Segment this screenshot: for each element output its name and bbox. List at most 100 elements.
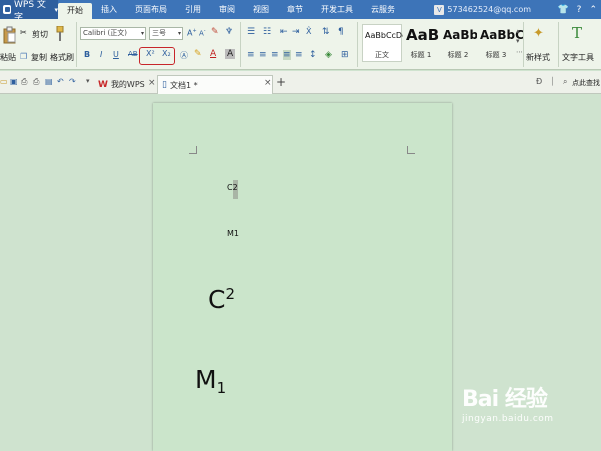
text-line-m1[interactable]: M1: [227, 229, 239, 238]
underline-icon[interactable]: U: [113, 50, 119, 59]
help-icon[interactable]: ?: [577, 5, 582, 15]
document-tab-bar: ▭ ▣ ⎙ ⎙ ▤ ↶ ↷ ▾ W 我的WPS × ▯ 文档1 * × + Ð …: [0, 71, 601, 94]
menu-tab-references[interactable]: 引用: [176, 0, 210, 19]
menu-tab-insert[interactable]: 插入: [92, 0, 126, 19]
copy-icon[interactable]: ❐: [20, 52, 27, 61]
style-normal[interactable]: AaBbCcDc 正文: [362, 24, 406, 62]
menu-tab-page-layout[interactable]: 页面布局: [126, 0, 176, 19]
pinyin-icon[interactable]: ♆: [225, 27, 233, 37]
font-name-select[interactable]: Calibri (正文) ▾: [80, 27, 146, 40]
new-style-label[interactable]: 新样式: [526, 52, 550, 63]
menu-tab-view[interactable]: 视图: [244, 0, 278, 19]
menu-bar: WPS 文字 ▾ 开始 插入 页面布局 引用 审阅 视图 章节 开发工具 云服务…: [0, 0, 601, 23]
format-painter-label[interactable]: 格式刷: [50, 52, 74, 63]
highlight-icon[interactable]: ✎: [194, 49, 202, 59]
bold-icon[interactable]: B: [84, 50, 90, 59]
numbering-icon[interactable]: ☷: [263, 27, 271, 37]
shading-icon[interactable]: ◈: [325, 50, 332, 60]
document-icon: ▯: [162, 80, 167, 90]
text-superscript-example[interactable]: C2: [208, 285, 235, 314]
align-right-icon[interactable]: ≡: [271, 50, 279, 60]
copy-label[interactable]: 复制: [31, 52, 47, 63]
d-icon[interactable]: Ð: [536, 77, 542, 86]
tab-label: 我的WPS: [110, 80, 145, 89]
superscript-exponent: 2: [225, 285, 236, 303]
text-subscript-example[interactable]: M1: [195, 365, 226, 397]
chevron-down-icon[interactable]: ▾: [86, 77, 90, 85]
gallery-more-icon[interactable]: ⋯: [516, 48, 523, 56]
margin-corner-top-right: [407, 146, 415, 154]
style-heading-2[interactable]: AaBb( 标题 2: [440, 24, 484, 62]
text-tools-label[interactable]: 文字工具: [562, 52, 594, 63]
style-heading-3[interactable]: AaBbC 标题 3: [477, 24, 524, 62]
format-painter-icon[interactable]: [55, 26, 65, 42]
font-color-icon[interactable]: A: [210, 49, 216, 59]
style-heading-1[interactable]: AaBl 标题 1: [403, 24, 444, 62]
italic-icon[interactable]: I: [100, 50, 102, 59]
show-marks-icon[interactable]: ¶: [338, 27, 344, 37]
decrease-indent-icon[interactable]: ⇤: [280, 27, 288, 37]
bullets-icon[interactable]: ☰: [247, 27, 255, 37]
wps-logo-icon: [3, 5, 12, 14]
paste-label[interactable]: 粘贴: [0, 52, 16, 63]
chevron-down-icon: ▾: [177, 30, 181, 37]
format-icon[interactable]: ▤: [45, 77, 53, 86]
chevron-up-icon[interactable]: ⌃: [589, 5, 597, 15]
gallery-up-icon[interactable]: ▴: [516, 27, 520, 35]
text-effect-icon[interactable]: Ⓐ: [180, 50, 188, 61]
account-area[interactable]: V 573462524@qq.com: [434, 0, 531, 19]
align-center-icon[interactable]: ≡: [259, 50, 267, 60]
menu-tab-developer[interactable]: 开发工具: [312, 0, 362, 19]
shirt-icon[interactable]: 👕: [557, 5, 568, 15]
chinese-layout-icon[interactable]: X̂: [306, 27, 311, 36]
undo-icon[interactable]: ↶: [57, 77, 64, 86]
divider: [76, 22, 77, 67]
app-menu-button[interactable]: WPS 文字 ▾: [0, 0, 58, 23]
line-spacing-icon[interactable]: ↕: [309, 50, 317, 60]
distribute-icon[interactable]: ≡: [295, 50, 303, 60]
text-tools-icon[interactable]: T: [572, 24, 582, 42]
style-sample: AaBbCcDc: [365, 31, 407, 40]
watermark-url: jingyan.baidu.com: [462, 414, 554, 424]
divider: [558, 22, 559, 67]
new-style-icon[interactable]: ✦: [533, 26, 544, 41]
menu-tab-section[interactable]: 章节: [278, 0, 312, 19]
strikethrough-icon[interactable]: AB: [128, 50, 138, 58]
tab-label: 文档1 *: [169, 80, 198, 90]
menu-tab-review[interactable]: 审阅: [210, 0, 244, 19]
search-icon[interactable]: ⌕: [563, 77, 567, 87]
tab-my-wps[interactable]: W 我的WPS: [94, 75, 156, 94]
redo-icon[interactable]: ↷: [69, 77, 76, 86]
menu-tab-cloud[interactable]: 云服务: [362, 0, 404, 19]
search-label[interactable]: 点此查找: [572, 78, 600, 88]
shrink-font-icon[interactable]: A-: [199, 28, 206, 37]
borders-icon[interactable]: ⊞: [341, 50, 349, 60]
menu-tab-home[interactable]: 开始: [58, 3, 92, 19]
scissors-icon[interactable]: ✂: [20, 28, 27, 37]
gallery-down-icon[interactable]: ▾: [516, 37, 520, 45]
subscript-index: 1: [216, 379, 227, 397]
save-icon[interactable]: ▣: [10, 77, 18, 86]
font-size-select[interactable]: 三号 ▾: [149, 27, 183, 40]
baidu-watermark: Bai 经验 jingyan.baidu.com: [462, 381, 554, 424]
text-line-c2[interactable]: C2: [227, 183, 238, 192]
align-left-icon[interactable]: ≡: [247, 50, 255, 60]
clear-format-icon[interactable]: ✎: [211, 27, 219, 37]
ribbon: 粘贴 ✂ 剪切 ❐ 复制 格式刷 Calibri (正文) ▾ 三号 ▾ A+ …: [0, 19, 601, 70]
tab-document-1[interactable]: ▯ 文档1 *: [157, 75, 273, 94]
new-tab-icon[interactable]: +: [276, 75, 286, 89]
sort-icon[interactable]: ⇅: [322, 27, 330, 37]
grow-font-icon[interactable]: A+: [187, 28, 197, 38]
paste-icon[interactable]: [3, 26, 17, 44]
char-shading-icon[interactable]: A: [225, 49, 236, 59]
close-icon[interactable]: ×: [148, 78, 156, 88]
document-page[interactable]: C2 M1 C2 M1: [153, 103, 452, 451]
cut-label[interactable]: 剪切: [32, 29, 48, 40]
justify-icon[interactable]: ≡: [283, 50, 291, 60]
print-icon[interactable]: ⎙: [33, 77, 39, 87]
open-icon[interactable]: ▭: [0, 77, 8, 86]
close-icon[interactable]: ×: [264, 78, 272, 88]
print-preview-icon[interactable]: ⎙: [21, 77, 27, 87]
style-sample: AaBl: [406, 26, 445, 44]
increase-indent-icon[interactable]: ⇥: [292, 27, 300, 37]
